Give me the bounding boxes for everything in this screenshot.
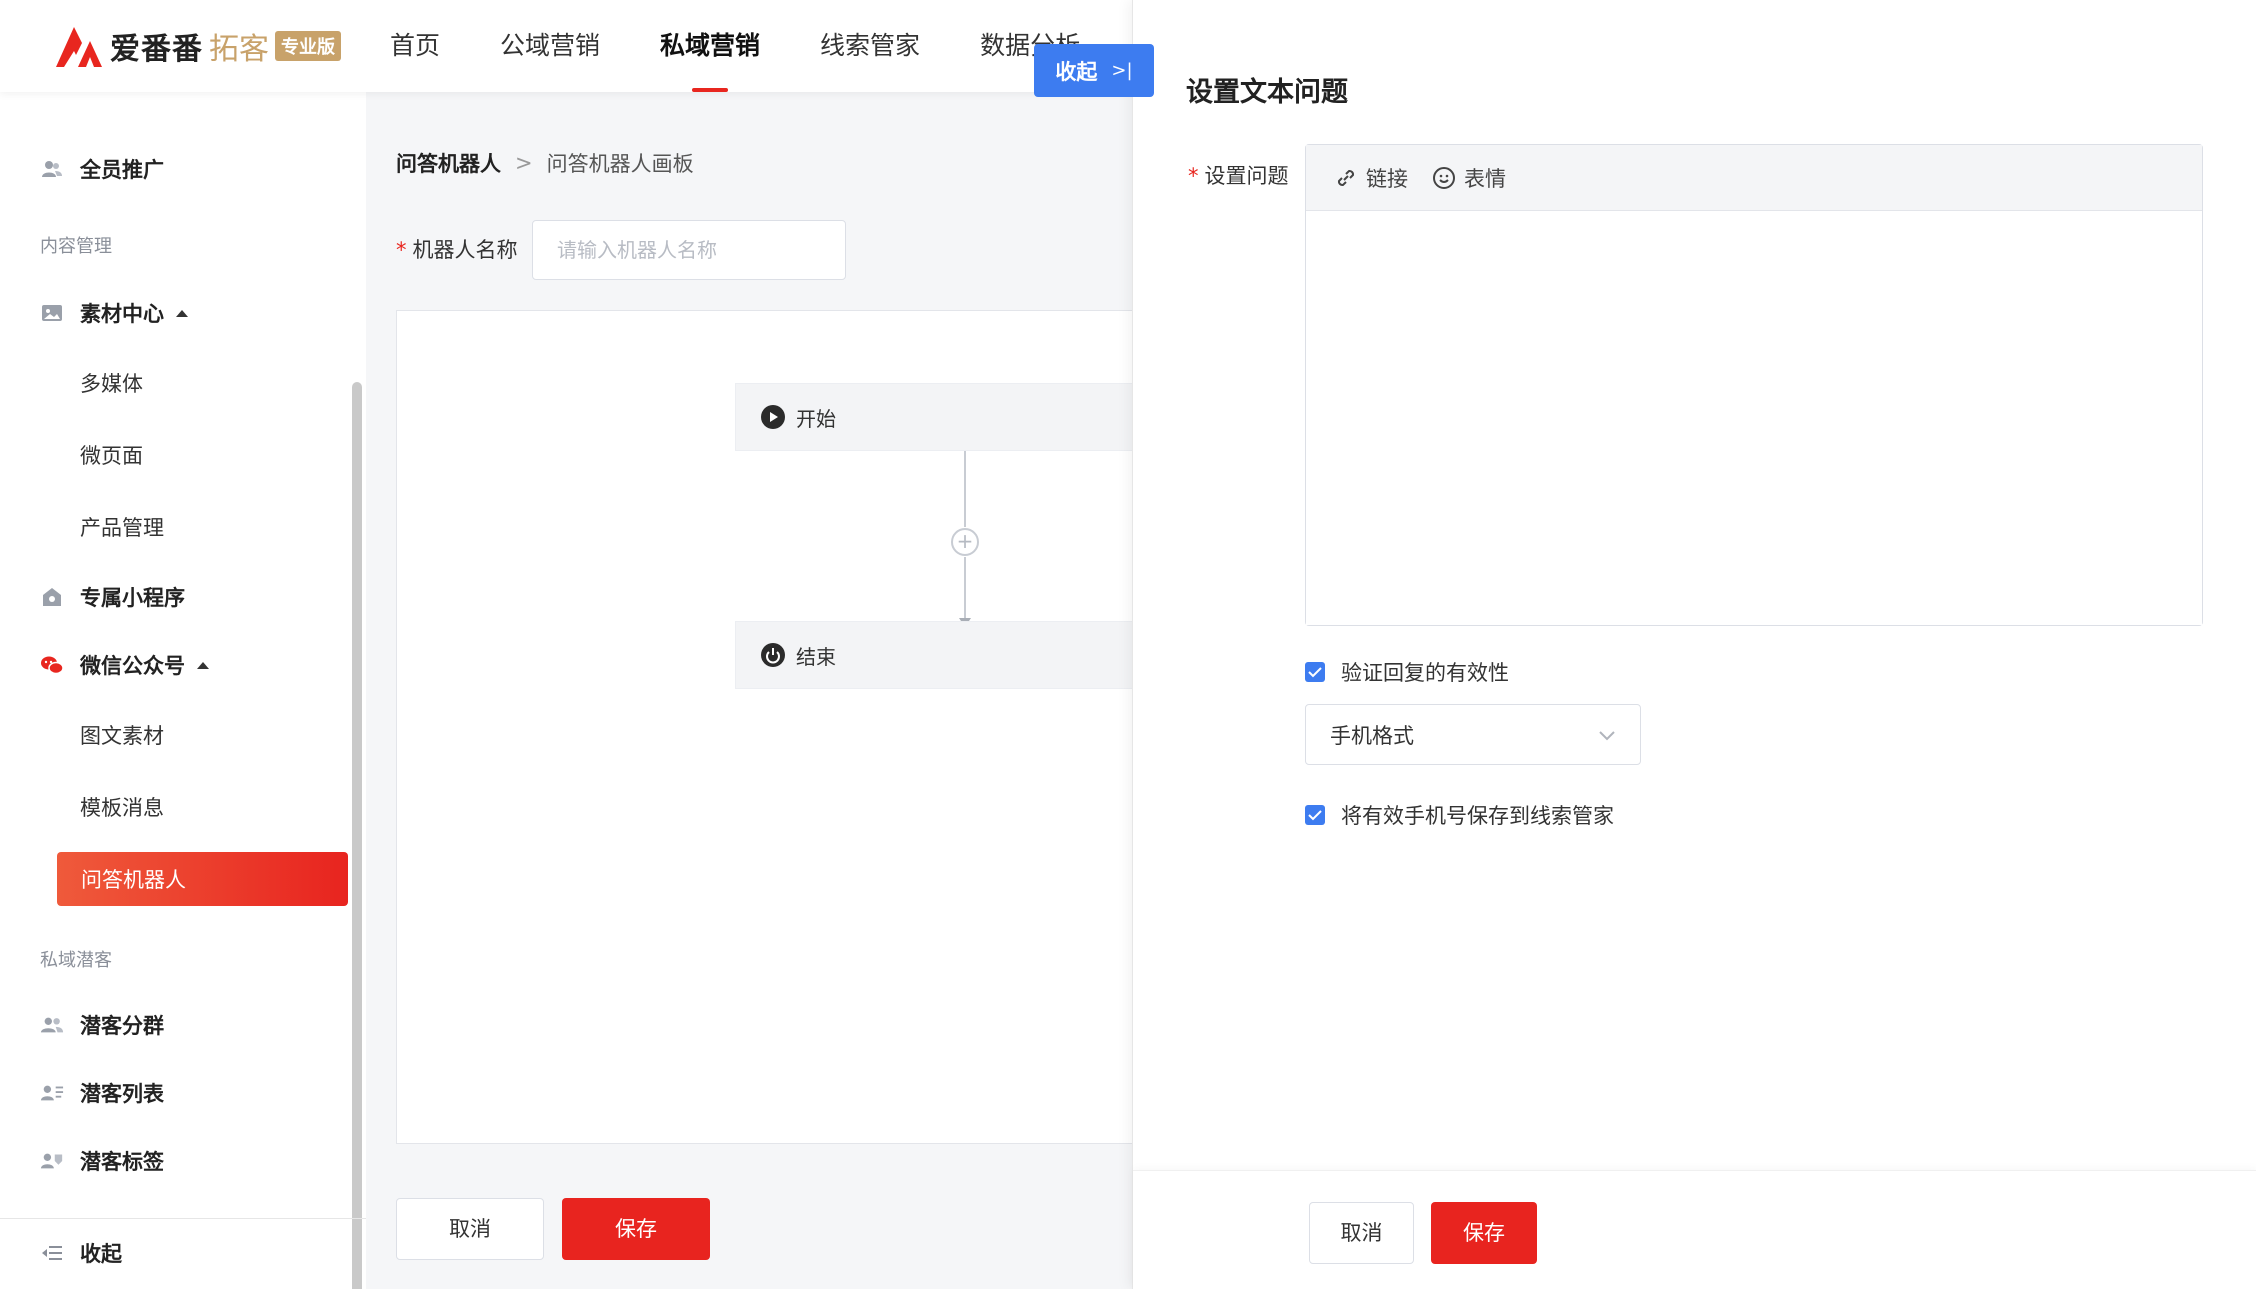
flow-node-label: 开始: [796, 406, 836, 431]
save-phone-checkbox[interactable]: 将有效手机号保存到线索管家: [1305, 800, 1614, 830]
play-icon: [761, 405, 785, 429]
image-icon: [40, 301, 64, 325]
validate-reply-checkbox[interactable]: 验证回复的有效性: [1305, 657, 1509, 687]
sidebar-item-lead-tags[interactable]: 潜客标签: [40, 1146, 164, 1176]
sidebar-item-label: 潜客分群: [80, 1014, 164, 1038]
flow-node-start[interactable]: 开始: [735, 383, 1133, 451]
sidebar-item-wechat-oa[interactable]: 微信公众号: [40, 650, 209, 680]
nav-public-marketing[interactable]: 公域营销: [500, 0, 600, 92]
caret-up-icon: [197, 661, 209, 669]
nav-home[interactable]: 首页: [390, 0, 440, 92]
sidebar-scrollbar[interactable]: [352, 382, 362, 1289]
insert-emoji-label: 表情: [1464, 166, 1506, 191]
required-asterisk: *: [396, 238, 407, 262]
required-asterisk: *: [1188, 164, 1199, 188]
sidebar-item-mini-program[interactable]: 专属小程序: [40, 582, 185, 612]
sidebar-item-lead-groups[interactable]: 潜客分群: [40, 1010, 164, 1040]
robot-name-label-text: 机器人名称: [412, 238, 518, 262]
nav-private-marketing[interactable]: 私域营销: [660, 0, 760, 92]
wechat-icon: [40, 653, 64, 677]
cancel-button[interactable]: 取消: [396, 1198, 544, 1260]
insert-emoji-button[interactable]: 表情: [1432, 163, 1506, 193]
main-content: 问答机器人 > 问答机器人画板 *机器人名称 开始 + 结束 取消 保存: [366, 92, 1133, 1289]
validate-reply-label: 验证回复的有效性: [1341, 661, 1509, 685]
question-label-text: 设置问题: [1204, 164, 1289, 188]
chevron-right-bar-icon: >|: [1111, 60, 1133, 81]
nav-lead-manager[interactable]: 线索管家: [820, 0, 920, 92]
power-icon: [761, 643, 785, 667]
breadcrumb: 问答机器人 > 问答机器人画板: [396, 148, 694, 178]
checkbox-checked-icon: [1305, 805, 1325, 825]
sidebar-item-qa-robot[interactable]: 问答机器人: [57, 852, 348, 906]
flow-node-label: 结束: [796, 644, 836, 669]
flow-edge: [964, 557, 966, 619]
collapse-panel-button[interactable]: 收起 >|: [1034, 44, 1154, 97]
section-content-mgmt: 内容管理: [40, 236, 112, 257]
editor-toolbar: 链接 表情: [1306, 145, 2202, 211]
robot-name-input[interactable]: [532, 220, 846, 280]
sidebar-item-label: 潜客标签: [80, 1150, 164, 1174]
save-button[interactable]: 保存: [562, 1198, 710, 1260]
save-phone-label: 将有效手机号保存到线索管家: [1341, 804, 1614, 828]
sidebar-item-template-msg[interactable]: 模板消息: [80, 792, 164, 822]
sidebar-item-label: 专属小程序: [80, 586, 185, 610]
question-label: * 设置问题: [1188, 160, 1289, 190]
insert-link-label: 链接: [1366, 166, 1408, 191]
sidebar: 全员推广 内容管理 素材中心 多媒体 微页面 产品管理 专属小程序 微信公众号 …: [0, 92, 366, 1289]
collapse-panel-label: 收起: [1055, 59, 1098, 84]
flow-node-end[interactable]: 结束: [735, 621, 1133, 689]
sidebar-item-label: 全员推广: [80, 158, 164, 182]
mini-program-icon: [40, 585, 64, 609]
flow-canvas[interactable]: 开始 + 结束: [396, 310, 1133, 1144]
breadcrumb-separator-icon: >: [515, 151, 533, 175]
brand-logo-icon: [56, 27, 102, 67]
sidebar-item-label: 问答机器人: [81, 868, 186, 892]
users-icon: [40, 157, 64, 181]
main-nav: 首页 公域营销 私域营销 线索管家 数据分析: [390, 0, 1140, 92]
link-icon: [1337, 169, 1355, 186]
brand-badge: 专业版: [275, 31, 341, 61]
panel-footer: 取消 保存: [1133, 1170, 2256, 1289]
sidebar-divider: [0, 1218, 366, 1219]
format-select[interactable]: 手机格式: [1305, 704, 1641, 765]
breadcrumb-root[interactable]: 问答机器人: [396, 148, 501, 178]
panel-title: 设置文本问题: [1186, 77, 1348, 108]
emoji-icon: [1433, 166, 1455, 189]
brand-name: 爱番番: [110, 32, 203, 67]
brand-logo[interactable]: 爱番番 拓客 专业版: [52, 22, 341, 70]
flow-edge: [964, 451, 966, 527]
sidebar-item-graphic-material[interactable]: 图文素材: [80, 720, 164, 750]
sidebar-collapse-label: 收起: [80, 1242, 122, 1266]
sidebar-item-material-center[interactable]: 素材中心: [40, 298, 188, 328]
user-list-icon: [40, 1081, 64, 1105]
chevron-down-icon: [1599, 730, 1615, 740]
question-settings-panel: 设置文本问题 * 设置问题 链接 表情 验证回复的有效性 手机格式 将有效手机号保…: [1132, 0, 2256, 1289]
collapse-menu-icon: [40, 1241, 64, 1265]
sidebar-item-label: 潜客列表: [80, 1082, 164, 1106]
caret-up-icon: [176, 309, 188, 317]
sidebar-item-lead-list[interactable]: 潜客列表: [40, 1078, 164, 1108]
sidebar-collapse-button[interactable]: 收起: [40, 1238, 122, 1268]
panel-save-button[interactable]: 保存: [1431, 1202, 1537, 1264]
add-node-button[interactable]: +: [951, 528, 979, 556]
insert-link-button[interactable]: 链接: [1334, 163, 1408, 193]
question-textarea[interactable]: [1306, 211, 2202, 625]
user-tag-icon: [40, 1149, 64, 1173]
question-editor: 链接 表情: [1305, 144, 2203, 626]
section-private-leads: 私域潜客: [40, 950, 112, 971]
sidebar-item-label: 素材中心: [80, 302, 164, 326]
sidebar-item-label: 微信公众号: [80, 654, 185, 678]
sidebar-item-product-mgmt[interactable]: 产品管理: [80, 512, 164, 542]
breadcrumb-current: 问答机器人画板: [546, 152, 694, 176]
sidebar-item-micro-page[interactable]: 微页面: [80, 440, 143, 470]
checkbox-checked-icon: [1305, 662, 1325, 682]
brand-sub: 拓客: [209, 32, 269, 67]
robot-name-label: * 机器人名称: [396, 234, 518, 264]
panel-cancel-button[interactable]: 取消: [1309, 1202, 1414, 1264]
user-group-icon: [40, 1013, 64, 1037]
sidebar-item-all-promo[interactable]: 全员推广: [40, 154, 164, 184]
sidebar-item-multimedia[interactable]: 多媒体: [80, 368, 143, 398]
format-select-value: 手机格式: [1330, 723, 1414, 748]
